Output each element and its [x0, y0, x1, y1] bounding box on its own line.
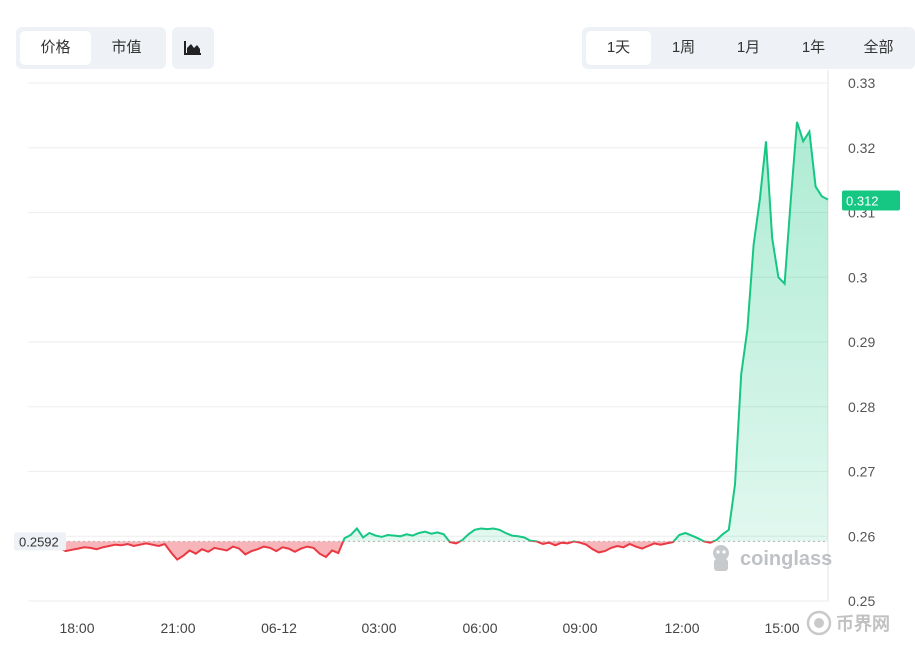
- x-tick-label: 18:00: [59, 620, 94, 636]
- baseline-label-text: 0.2592: [19, 534, 59, 549]
- y-tick-label: 0.3: [848, 269, 868, 285]
- y-tick-label: 0.27: [848, 464, 875, 480]
- coinglass-watermark: coinglass: [708, 543, 832, 575]
- site-watermark: 币界网: [806, 610, 890, 636]
- grid: [28, 70, 829, 602]
- baseline-label: 0.2592: [14, 532, 66, 551]
- y-tick-label: 0.28: [848, 399, 875, 415]
- up-area: [47, 121, 828, 542]
- x-tick-label: 06:00: [462, 620, 497, 636]
- coin-logo-icon: [806, 610, 832, 636]
- y-tick-label: 0.25: [848, 593, 875, 609]
- y-tick-label: 0.29: [848, 334, 875, 350]
- site-wordmark: 币界网: [836, 614, 890, 634]
- x-tick-label: 15:00: [764, 620, 799, 636]
- x-tick-label: 06-12: [261, 620, 297, 636]
- last-price-text: 0.312: [846, 194, 879, 209]
- last-price-tag: 0.312: [842, 190, 900, 211]
- x-tick-label: 09:00: [562, 620, 597, 636]
- coinglass-wordmark: coinglass: [740, 547, 833, 570]
- up-line: [46, 121, 829, 542]
- coinglass-logo-icon: [713, 545, 729, 571]
- x-tick-label: 12:00: [664, 620, 699, 636]
- price-area: [47, 121, 828, 560]
- price-line: [46, 121, 829, 561]
- y-tick-label: 0.26: [848, 528, 875, 544]
- y-tick-label: 0.32: [848, 140, 875, 156]
- y-tick-label: 0.33: [848, 75, 875, 91]
- x-tick-label: 03:00: [361, 620, 396, 636]
- down-line: [46, 541, 716, 561]
- down-area: [47, 541, 828, 560]
- x-tick-label: 21:00: [160, 620, 195, 636]
